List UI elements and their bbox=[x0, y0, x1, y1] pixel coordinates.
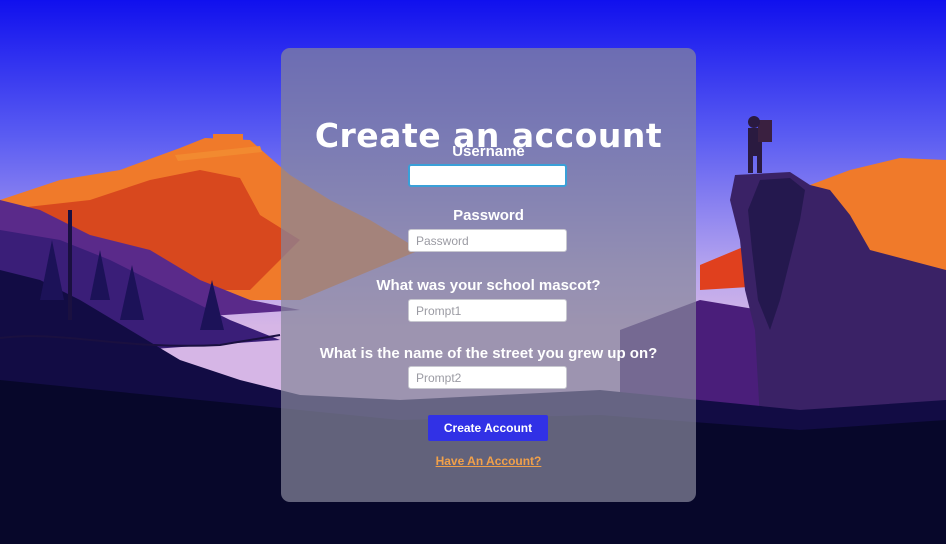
username-input[interactable] bbox=[408, 164, 567, 187]
prompt1-input[interactable] bbox=[408, 299, 567, 322]
password-input[interactable] bbox=[408, 229, 567, 252]
username-label: Username bbox=[452, 143, 525, 160]
prompt1-label: What was your school mascot? bbox=[376, 277, 601, 294]
password-label: Password bbox=[453, 207, 524, 224]
create-account-button[interactable]: Create Account bbox=[428, 415, 548, 441]
prompt2-label: What is the name of the street you grew … bbox=[319, 345, 658, 362]
have-account-link[interactable]: Have An Account? bbox=[281, 454, 696, 468]
prompt2-input[interactable] bbox=[408, 366, 567, 389]
signup-card: Create an account Username Password What… bbox=[281, 48, 696, 502]
